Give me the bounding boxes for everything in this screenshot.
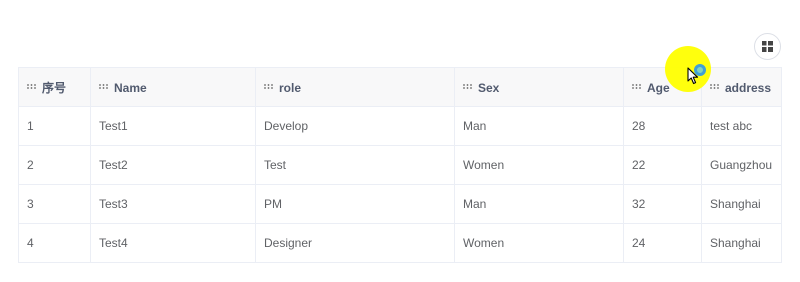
column-label: 序号 <box>42 80 67 95</box>
column-label: address <box>725 80 772 95</box>
column-header-address[interactable]: address <box>701 67 782 107</box>
cell-name: Test4 <box>90 223 256 263</box>
cell-name: Test3 <box>90 184 256 224</box>
column-header-name[interactable]: Name <box>90 67 256 107</box>
table-row[interactable]: 3 Test3 PM Man 32 Shanghai <box>18 184 782 224</box>
column-label: Sex <box>478 80 500 95</box>
column-header-sex[interactable]: Sex <box>454 67 624 107</box>
cell-address: Guangzhou <box>701 145 782 185</box>
drag-handle-icon[interactable] <box>99 84 108 89</box>
column-header-role[interactable]: role <box>255 67 455 107</box>
cell-age: 22 <box>623 145 702 185</box>
data-table: 序号 Name role Sex Age address 1 Test1 Dev… <box>18 67 782 263</box>
cell-role: Test <box>255 145 455 185</box>
grid-layout-icon <box>762 41 773 52</box>
cell-index: 4 <box>18 223 91 263</box>
cell-address: Shanghai <box>701 223 782 263</box>
cell-sex: Women <box>454 145 624 185</box>
cell-index: 2 <box>18 145 91 185</box>
cell-name: Test2 <box>90 145 256 185</box>
cell-role: PM <box>255 184 455 224</box>
cell-index: 3 <box>18 184 91 224</box>
cell-address: test abc <box>701 106 782 146</box>
cell-name: Test1 <box>90 106 256 146</box>
drag-handle-icon[interactable] <box>27 83 36 89</box>
cell-index: 1 <box>18 106 91 146</box>
layout-toggle-button[interactable] <box>754 33 781 60</box>
cell-sex: Man <box>454 106 624 146</box>
table-row[interactable]: 1 Test1 Develop Man 28 test abc <box>18 106 782 146</box>
drag-handle-icon[interactable] <box>463 84 472 89</box>
column-label: Name <box>114 80 147 95</box>
table-row[interactable]: 2 Test2 Test Women 22 Guangzhou <box>18 145 782 185</box>
cell-age: 32 <box>623 184 702 224</box>
drag-handle-icon[interactable] <box>710 84 719 89</box>
column-header-index[interactable]: 序号 <box>18 67 91 107</box>
cell-sex: Man <box>454 184 624 224</box>
drag-handle-icon[interactable] <box>264 84 273 89</box>
cell-age: 24 <box>623 223 702 263</box>
table-row[interactable]: 4 Test4 Designer Women 24 Shanghai <box>18 223 782 263</box>
cell-role: Develop <box>255 106 455 146</box>
cell-role: Designer <box>255 223 455 263</box>
cell-address: Shanghai <box>701 184 782 224</box>
column-label: Age <box>647 80 670 95</box>
busy-spinner-icon <box>694 64 706 76</box>
cell-sex: Women <box>454 223 624 263</box>
column-label: role <box>279 80 302 95</box>
cell-age: 28 <box>623 106 702 146</box>
drag-handle-icon[interactable] <box>632 84 641 89</box>
